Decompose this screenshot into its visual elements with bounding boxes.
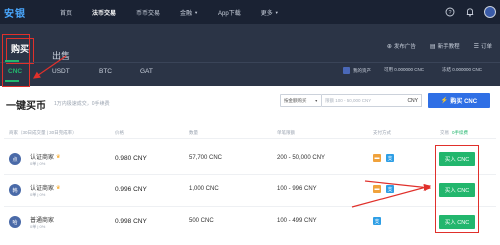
annotation-box-buy-tab xyxy=(2,34,30,87)
buy-mode-select[interactable]: 按金额购买 ▼ xyxy=(280,94,322,107)
table-row: 点 认证商家 ♛ 0单 | 0% 0.980 CNY 57,700 CNC 200… xyxy=(0,144,500,174)
header-limit: 单笔限额 xyxy=(277,130,295,135)
quantity-value: 500 CNC xyxy=(189,218,214,224)
available-balance: 可用 0.000000 CNC xyxy=(384,67,424,73)
header-quantity: 数量 xyxy=(189,130,198,135)
my-assets-label: 我的资产 xyxy=(353,67,371,73)
available-balance-text: 可用 0.000000 CNC xyxy=(384,67,425,72)
nav-finance[interactable]: 金融 ▼ xyxy=(180,8,198,17)
chevron-down-icon: ▼ xyxy=(194,9,199,15)
nav-more[interactable]: 更多 ▼ xyxy=(261,8,279,17)
header-payment: 支付方式 xyxy=(373,130,391,135)
merchant-avatar[interactable]: 韩 xyxy=(9,184,21,196)
merchant-name-text: 认证商家 xyxy=(30,186,55,192)
merchant-name[interactable]: 认证商家 ♛ xyxy=(30,152,61,162)
amount-unit: CNY xyxy=(407,97,418,104)
limit-value: 100 - 499 CNY xyxy=(277,218,317,224)
coin-tab-usdt[interactable]: USDT xyxy=(52,68,70,75)
header-merchant: 商家（30日成交量 | 30日完成率） xyxy=(9,130,77,135)
quantity-value: 1,000 CNC xyxy=(189,186,219,192)
quick-buy-button-label: 购买 CNC xyxy=(450,99,478,105)
bank-card-icon: ▬ xyxy=(373,154,381,162)
order-icon: ☰ xyxy=(473,43,479,50)
header-fee: 0手续费 xyxy=(452,130,469,135)
price-value: 0.996 CNY xyxy=(115,186,147,193)
table-header: 商家（30日成交量 | 30日完成率） 价格 数量 单笔限额 支付方式 交易 0… xyxy=(0,128,500,138)
nav-finance-label: 金融 xyxy=(180,10,193,17)
payment-methods: ▬ 支 xyxy=(373,185,394,193)
frozen-balance-text: 冻结 0.000000 CNC xyxy=(442,67,483,72)
bell-icon[interactable] xyxy=(464,6,476,18)
merchant-avatar[interactable]: 点 xyxy=(9,153,21,165)
question-icon[interactable]: ? xyxy=(444,6,456,18)
my-assets[interactable]: 我的资产 xyxy=(343,67,371,74)
crown-icon: ♛ xyxy=(56,184,61,191)
lightning-icon: ⚡ xyxy=(440,98,449,104)
header-action: 交易 xyxy=(440,130,449,135)
chevron-down-icon: ▼ xyxy=(314,98,318,103)
nav-app-download-label: App下载 xyxy=(218,10,241,17)
quick-buy-button[interactable]: ⚡ 购买 CNC xyxy=(428,93,490,108)
merchant-name[interactable]: 认证商家 ♛ xyxy=(30,183,61,193)
coin-tab-gat[interactable]: GAT xyxy=(140,68,153,75)
logo[interactable]: 安银 xyxy=(4,5,40,20)
table-row: 韩 认证商家 ♛ 0单 | 0% 0.996 CNY 1,000 CNC 100 … xyxy=(0,175,500,205)
coin-tabs: CNC USDT BTC GAT xyxy=(0,63,500,81)
tutorial-button[interactable]: ▤ 新手教程 xyxy=(429,42,460,51)
publish-icon: ⊕ xyxy=(386,43,392,50)
nav-otc-trade[interactable]: 法币交易 xyxy=(92,8,116,17)
table-row: 哈 普通商家 0单 | 0% 0.998 CNY 500 CNC 100 - 4… xyxy=(0,207,500,237)
amount-input[interactable]: 限额 100 - 50,000 CNY CNY xyxy=(322,94,422,107)
frozen-balance: 冻结 0.000000 CNC xyxy=(442,67,482,73)
merchant-name-text: 认证商家 xyxy=(30,155,55,161)
nav-more-label: 更多 xyxy=(260,10,273,17)
user-avatar[interactable] xyxy=(484,6,496,18)
limit-value: 200 - 50,000 CNY xyxy=(277,155,326,161)
alipay-icon: 支 xyxy=(373,217,381,225)
nav-otc-trade-label: 法币交易 xyxy=(92,10,117,17)
limit-value: 100 - 996 CNY xyxy=(277,186,317,192)
svg-text:?: ? xyxy=(448,10,451,16)
tutorial-label: 新手教程 xyxy=(437,44,460,50)
price-value: 0.998 CNY xyxy=(115,218,147,225)
book-icon: ▤ xyxy=(429,43,436,50)
merchant-name-text: 普通商家 xyxy=(30,218,55,224)
publish-ad-label: 发布广告 xyxy=(393,44,416,50)
nav-coin-trade-label: 币币交易 xyxy=(136,10,161,17)
top-nav: 安银 首页 法币交易 币币交易 金融 ▼ App下载 更多 ▼ ? xyxy=(0,0,500,24)
price-value: 0.980 CNY xyxy=(115,155,147,162)
merchant-avatar[interactable]: 哈 xyxy=(9,216,21,228)
merchant-name[interactable]: 普通商家 xyxy=(30,215,54,224)
quick-buy-subtitle: 1万内极速成交，0手续费 xyxy=(54,101,110,107)
publish-ad-button[interactable]: ⊕ 发布广告 xyxy=(386,42,416,51)
quick-buy-title: 一键买币 xyxy=(6,101,46,112)
toolbar: ⊕ 发布广告 ▤ 新手教程 ☰ 订单 xyxy=(386,42,492,51)
payment-methods: ▬ 支 xyxy=(373,154,394,162)
coin-tab-btc[interactable]: BTC xyxy=(99,68,112,75)
amount-placeholder: 限额 100 - 50,000 CNY xyxy=(325,97,372,103)
buy-mode-value: 按金额购买 xyxy=(284,97,307,103)
quantity-value: 57,700 CNC xyxy=(189,155,223,161)
header-divider xyxy=(4,138,496,139)
orders-button[interactable]: ☰ 订单 xyxy=(473,42,492,51)
quick-buy-form: 按金额购买 ▼ 限额 100 - 50,000 CNY CNY xyxy=(280,94,422,107)
annotation-box-buy-buttons xyxy=(435,145,479,233)
orders-label: 订单 xyxy=(480,44,492,50)
alipay-icon: 支 xyxy=(386,185,394,193)
nav-home[interactable]: 首页 xyxy=(60,8,72,17)
merchant-stats: 0单 | 0% xyxy=(30,224,46,229)
nav-coin-trade[interactable]: 币币交易 xyxy=(136,8,160,17)
merchant-stats: 0单 | 0% xyxy=(30,192,46,197)
alipay-icon: 支 xyxy=(386,154,394,162)
nav-app-download[interactable]: App下载 xyxy=(218,8,241,17)
crown-icon: ♛ xyxy=(56,153,61,160)
header-price: 价格 xyxy=(115,130,124,135)
merchant-stats: 0单 | 0% xyxy=(30,161,46,166)
payment-methods: 支 xyxy=(373,217,381,225)
bank-card-icon: ▬ xyxy=(373,185,381,193)
nav-home-label: 首页 xyxy=(60,10,73,17)
chevron-down-icon: ▼ xyxy=(274,9,279,15)
wallet-icon xyxy=(343,67,350,74)
